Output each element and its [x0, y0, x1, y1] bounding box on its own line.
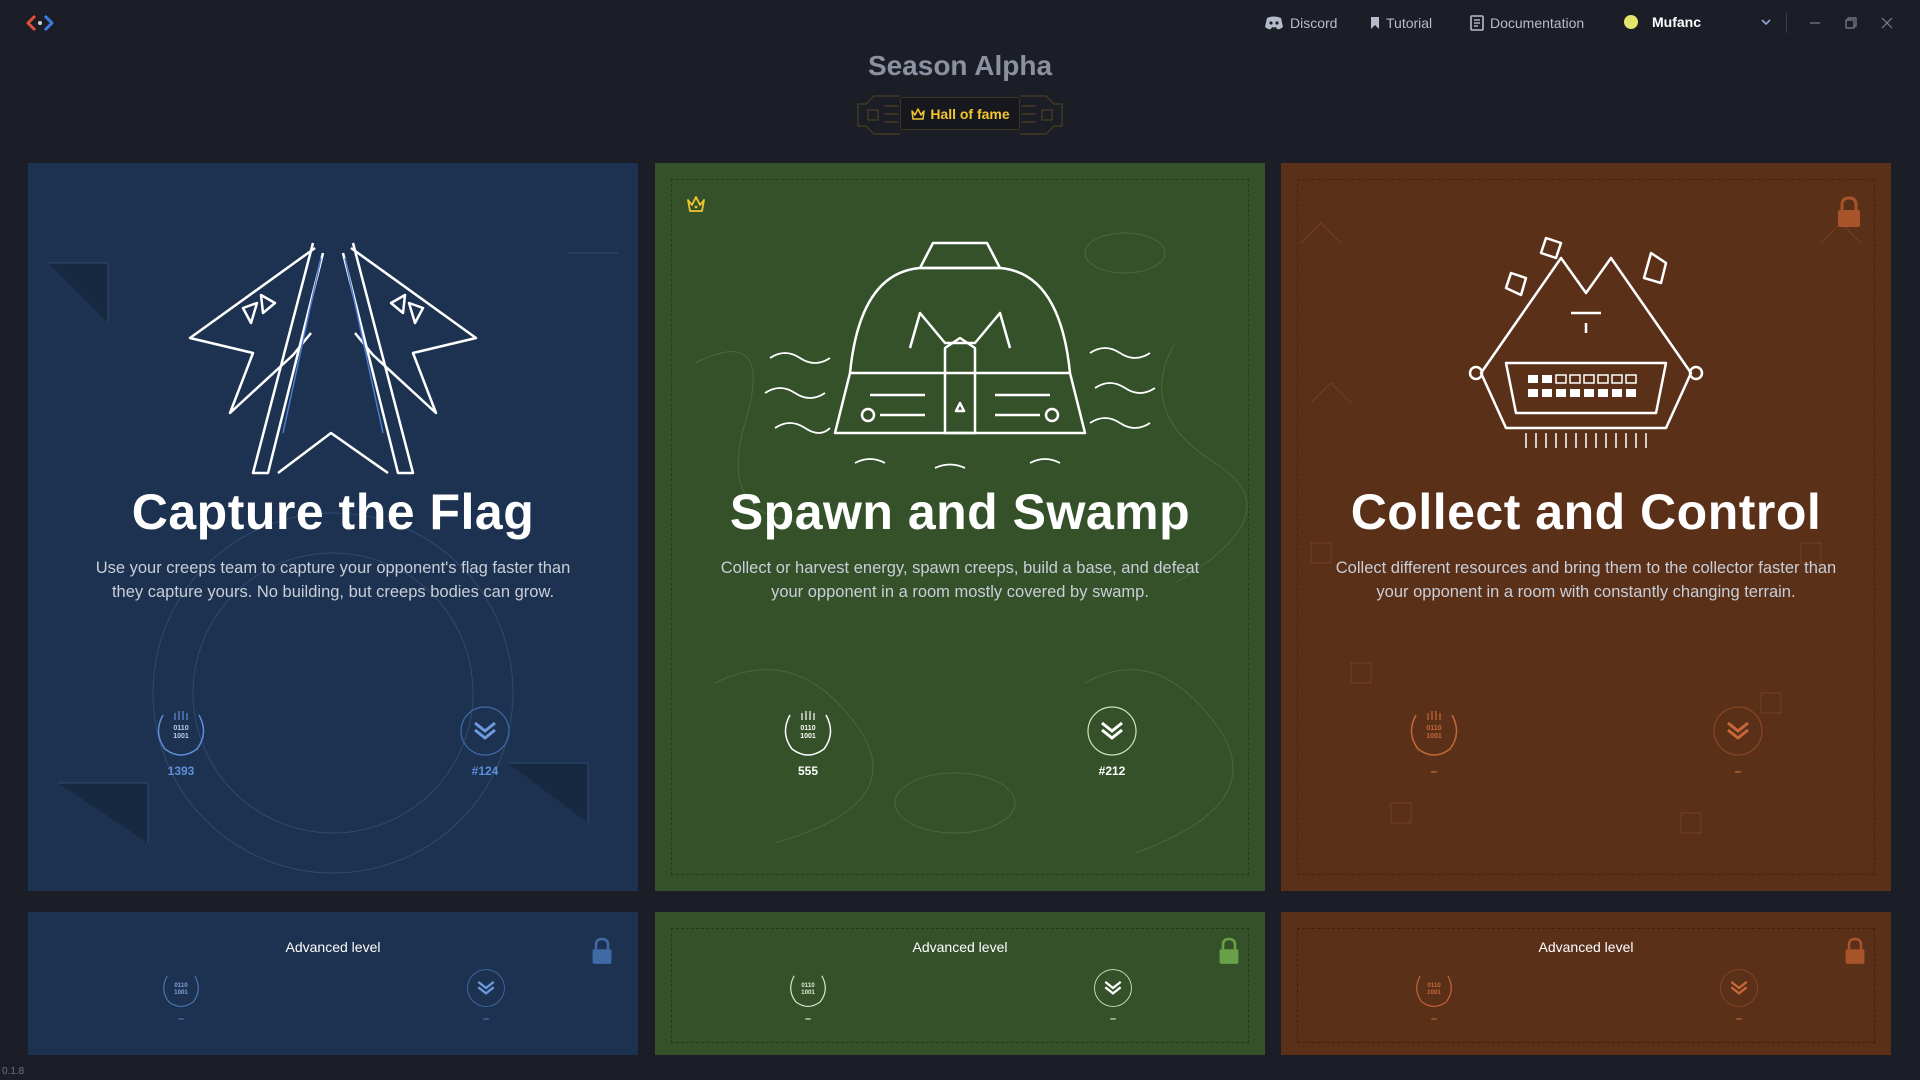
mode-title: Collect and Control: [1350, 484, 1822, 540]
score-value: –: [1430, 1013, 1438, 1025]
discord-link[interactable]: Discord: [1264, 15, 1337, 31]
crown-icon: [687, 196, 705, 212]
hall-of-fame-label: Hall of fame: [930, 105, 1010, 122]
title-bar: Discord Tutorial Documentation Mufanc: [0, 0, 1920, 46]
lock-icon: [1219, 937, 1239, 964]
user-name: Mufanc: [1652, 14, 1701, 30]
restore-icon[interactable]: [1842, 14, 1860, 32]
score-badge: 0110 1001 1393: [146, 705, 216, 778]
rank-value: –: [1734, 764, 1742, 778]
mode-description: Collect different resources and bring th…: [1335, 559, 1837, 601]
rank-badge: –: [1703, 705, 1773, 778]
rank-chevron-icon: [1713, 706, 1763, 756]
mode-card-collect-and-control[interactable]: Collect and Control Collect different re…: [1281, 163, 1891, 891]
chevron-down-icon[interactable]: [1760, 17, 1772, 27]
lock-icon: [1845, 937, 1865, 964]
mode-title: Capture the Flag: [131, 484, 535, 540]
svg-text:1001: 1001: [1427, 989, 1441, 996]
svg-text:0110: 0110: [800, 725, 815, 732]
laurel-score-icon: 0110 1001: [157, 711, 205, 756]
svg-text:0110: 0110: [1426, 725, 1441, 732]
documentation-link[interactable]: Documentation: [1470, 15, 1584, 31]
rank-value: –: [482, 1013, 490, 1025]
advanced-level-label: Advanced level: [912, 939, 1008, 955]
lock-icon: [1838, 196, 1860, 227]
rank-badge: –: [1711, 968, 1767, 1025]
hall-of-fame-button[interactable]: Hall of fame: [900, 97, 1020, 130]
laurel-score-icon: 0110 1001: [1410, 711, 1458, 756]
score-value: –: [804, 1013, 812, 1025]
advanced-level-label: Advanced level: [1538, 939, 1634, 955]
tutorial-link[interactable]: Tutorial: [1370, 15, 1432, 31]
collector-icon: [1468, 236, 1704, 448]
advanced-level-collect-and-control[interactable]: Advanced level 0110 1001 – –: [1281, 912, 1891, 1055]
laurel-score-icon: 0110 1001: [790, 975, 826, 1007]
rank-value: –: [1735, 1013, 1743, 1025]
svg-text:1001: 1001: [1426, 733, 1442, 740]
mode-card-capture-the-flag[interactable]: Capture the Flag Use your creeps team to…: [28, 163, 638, 891]
advanced-level-spawn-and-swamp[interactable]: Advanced level 0110 1001 – –: [655, 912, 1265, 1055]
svg-text:1001: 1001: [174, 989, 188, 996]
rank-badge: #124: [450, 705, 520, 778]
minimize-icon[interactable]: [1806, 14, 1824, 32]
titlebar-divider: [1786, 13, 1787, 33]
score-badge: 0110 1001 –: [1399, 705, 1469, 778]
hall-of-fame-frame: Hall of fame: [854, 92, 1066, 138]
status-dot-icon: [1624, 15, 1638, 29]
svg-text:0110: 0110: [801, 982, 815, 989]
svg-text:1001: 1001: [801, 989, 815, 996]
app-version: 0.1.8: [2, 1066, 25, 1077]
score-badge: 0110 1001 –: [780, 968, 836, 1025]
advanced-level-label: Advanced level: [285, 939, 381, 955]
svg-text:0110: 0110: [173, 725, 188, 732]
score-value: –: [177, 1013, 185, 1025]
mode-description: Collect or harvest energy, spawn creeps,…: [720, 559, 1200, 601]
lock-icon: [592, 937, 612, 964]
close-icon[interactable]: [1878, 14, 1896, 32]
crown-icon: [911, 107, 926, 120]
crossed-flags-icon: [188, 242, 478, 475]
score-badge: 0110 1001 –: [153, 968, 209, 1025]
tutorial-label: Tutorial: [1386, 15, 1433, 31]
season-title: Season Alpha: [867, 50, 1053, 81]
discord-icon: [1265, 16, 1283, 30]
rank-value: #124: [471, 764, 499, 778]
laurel-score-icon: 0110 1001: [784, 711, 832, 756]
mode-title: Spawn and Swamp: [729, 484, 1191, 540]
svg-text:1001: 1001: [800, 733, 816, 740]
laurel-score-icon: 0110 1001: [1416, 975, 1452, 1007]
rank-chevron-icon: [460, 706, 510, 756]
swamp-base-icon: [764, 241, 1156, 469]
score-badge: 0110 1001 555: [773, 705, 843, 778]
rank-badge: –: [1085, 968, 1141, 1025]
rank-value: #212: [1098, 764, 1126, 778]
score-badge: 0110 1001 –: [1406, 968, 1462, 1025]
user-menu[interactable]: Mufanc: [1624, 14, 1752, 30]
rank-chevron-icon: [467, 969, 505, 1007]
bookmark-icon: [1371, 17, 1379, 29]
score-value: –: [1430, 764, 1438, 778]
score-value: 555: [797, 764, 819, 778]
documentation-label: Documentation: [1490, 15, 1585, 31]
svg-text:0110: 0110: [1427, 982, 1441, 989]
rank-chevron-icon: [1087, 706, 1137, 756]
rank-badge: –: [458, 968, 514, 1025]
app-logo-icon[interactable]: [26, 13, 54, 33]
mode-card-spawn-and-swamp[interactable]: Spawn and Swamp Collect or harvest energ…: [655, 163, 1265, 891]
mode-description: Use your creeps team to capture your opp…: [95, 559, 571, 601]
rank-value: –: [1109, 1013, 1117, 1025]
discord-label: Discord: [1290, 15, 1338, 31]
score-value: 1393: [167, 764, 195, 778]
svg-text:1001: 1001: [173, 733, 189, 740]
rank-chevron-icon: [1720, 969, 1758, 1007]
rank-badge: #212: [1077, 705, 1147, 778]
advanced-level-capture-the-flag[interactable]: Advanced level 0110 1001 – –: [28, 912, 638, 1055]
document-icon: [1470, 15, 1484, 31]
laurel-score-icon: 0110 1001: [163, 975, 199, 1007]
rank-chevron-icon: [1094, 969, 1132, 1007]
svg-text:0110: 0110: [174, 982, 188, 989]
